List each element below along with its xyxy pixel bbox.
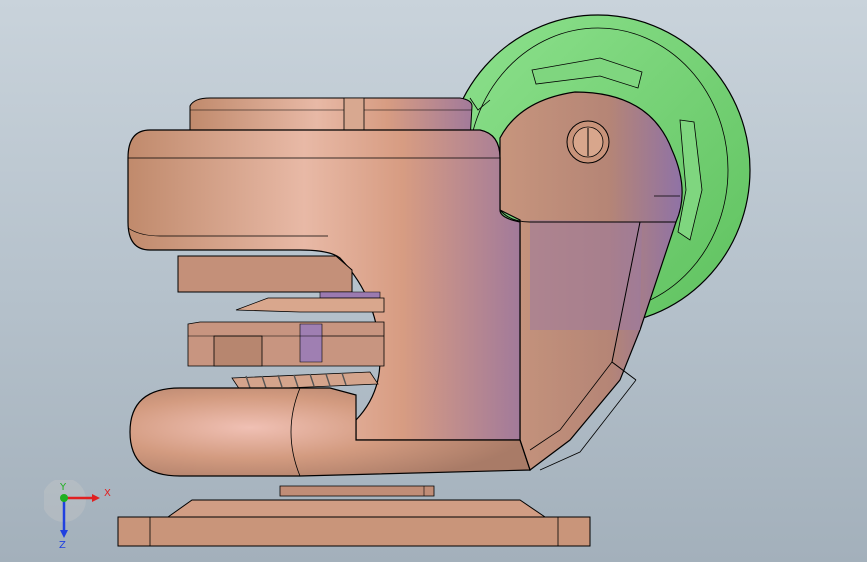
x-axis-label: X	[104, 488, 111, 499]
axle-bolt[interactable]	[566, 120, 610, 164]
y-axis-label: Y	[59, 482, 67, 493]
fork-arm[interactable]	[499, 91, 683, 471]
z-axis-label: Z	[59, 540, 66, 550]
graphics-viewport[interactable]: X Y Z	[0, 0, 867, 562]
caster-model[interactable]	[0, 0, 867, 562]
thread-ring	[231, 371, 379, 391]
inner-cavity[interactable]	[177, 255, 385, 391]
coordinate-triad: X Y Z	[44, 480, 114, 550]
y-axis-dot	[60, 494, 68, 502]
base-plate[interactable]	[117, 485, 591, 547]
